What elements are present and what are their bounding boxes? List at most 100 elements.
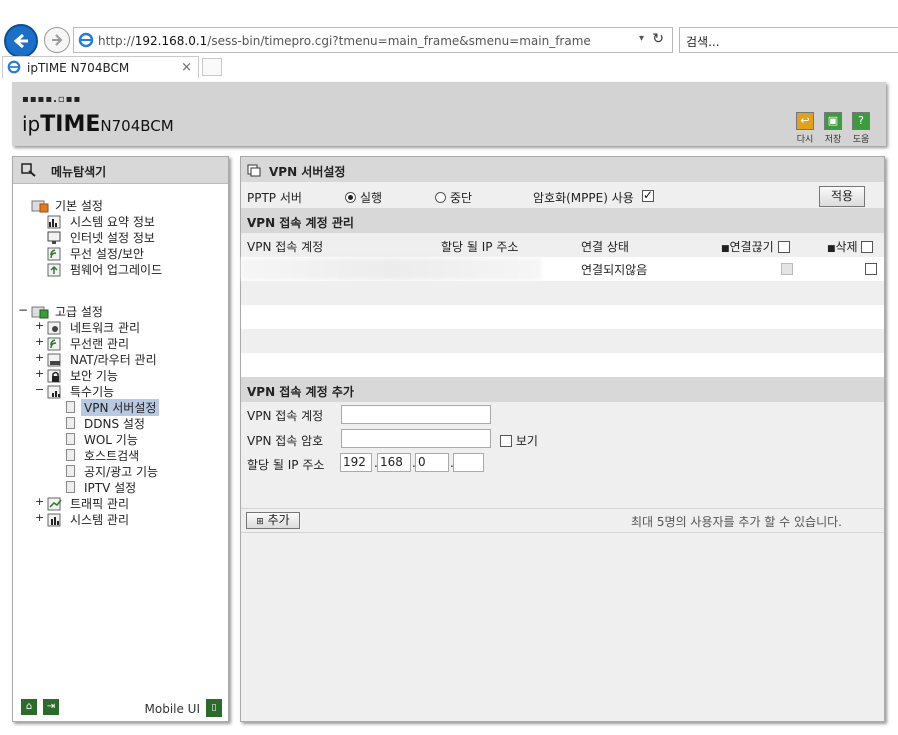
search-input[interactable]: 검색... [679,27,898,53]
forward-button[interactable] [44,27,70,53]
refresh-icon[interactable]: ↻ [652,31,664,47]
menu-item-nat-router[interactable]: + NAT/라우터 관리 [13,351,230,367]
document-icon [66,433,75,445]
menu-item-system[interactable]: + 시스템 관리 [13,511,230,527]
menu-explorer: 메뉴탐색기 기본 설정 시스템 요약 정보 인터넷 설정 정보 무선 설정/보안… [12,156,229,722]
document-icon [66,481,75,493]
delete-all-checkbox[interactable] [861,241,874,253]
menu-item-special[interactable]: − 특수기능 [13,383,230,399]
account-input[interactable] [341,405,491,424]
menu-item-internet-info[interactable]: 인터넷 설정 정보 [13,229,230,245]
expand-icon[interactable]: + [35,335,44,348]
redacted-account [241,258,541,280]
wireless-icon [47,247,61,261]
folder-icon [31,200,49,213]
page-icon [247,164,261,177]
save-button[interactable]: ▣ 저장 [822,112,844,145]
menu-item-system-summary[interactable]: 시스템 요약 정보 [13,213,230,229]
mobile-icon[interactable]: ▯ [206,699,222,717]
back-button[interactable] [4,24,38,58]
expand-icon[interactable]: + [35,319,44,332]
basic-settings[interactable]: 기본 설정 [13,197,230,213]
disconnect-all-checkbox[interactable] [777,241,790,253]
logo-dots: ▪▪▪▪.▫▪▪ [22,94,82,105]
advanced-settings-group: − 고급 설정 + 네트워크 관리 + 무선랜 관리 + NAT/라우터 관리 … [13,303,230,527]
mppe-checkbox[interactable] [642,188,654,203]
radio-icon [345,192,356,203]
logout-icon[interactable]: ⇥ [43,699,59,715]
ip-octet-1[interactable]: 192 [340,453,372,472]
pptp-row: PPTP 서버 실행 중단 암호화(MPPE) 사용 적용 [241,184,884,208]
show-password-checkbox[interactable]: 보기 [500,432,538,449]
chart-icon [47,215,61,229]
disconnect-header: ■연결끊기 [721,238,790,255]
system-icon [47,513,61,527]
advanced-settings[interactable]: − 고급 설정 [13,303,230,319]
arrow-right-icon [52,34,63,46]
delete-header: ■삭제 [827,238,874,255]
traffic-icon [47,497,62,511]
ip-octet-4[interactable] [453,453,484,472]
page-title: VPN 서버설정 [241,157,884,182]
menu-item-wireless-lan[interactable]: + 무선랜 관리 [13,335,230,351]
apply-button[interactable]: 적용 [819,186,865,207]
menu-item-wol[interactable]: WOL 기능 [13,431,230,447]
router-header: ▪▪▪▪.▫▪▪ ipTIMEN704BCM ↩ 다시 ▣ 저장 ? 도움 [12,82,886,146]
collapse-icon[interactable]: − [18,303,28,317]
ip-octet-2[interactable]: 168 [377,453,411,472]
document-icon [66,465,75,477]
menu-item-host-search[interactable]: 호스트검색 [13,447,230,463]
delete-checkbox[interactable] [865,263,877,275]
dropdown-icon[interactable]: ▾ [639,33,644,44]
menu-item-iptv[interactable]: IPTV 설정 [13,479,230,495]
network-icon [47,321,61,335]
run-radio[interactable]: 실행 [345,189,382,206]
mobile-ui-link[interactable]: Mobile UI [145,702,201,716]
reload-icon: ↩ [796,112,814,130]
add-password-row: VPN 접속 암호 보기 [241,427,884,451]
lock-icon [47,369,61,383]
document-icon [66,417,75,429]
add-section-title: VPN 접속 계정 추가 [241,377,884,402]
expand-icon[interactable]: + [35,367,44,380]
table-row-empty [241,353,884,377]
stop-radio[interactable]: 중단 [435,189,472,206]
ip-octet-3[interactable]: 0 [415,453,449,472]
save-icon: ▣ [824,112,842,130]
tab-strip: ipTIME N704BCM × [0,56,898,78]
expand-icon[interactable]: + [35,511,44,524]
menu-item-security[interactable]: + 보안 기능 [13,367,230,383]
menu-item-vpn-server[interactable]: VPN 서버설정 [13,399,230,416]
account-section-title: VPN 접속 계정 관리 [241,208,884,233]
arrow-left-icon [13,33,28,49]
ie-icon [7,60,21,74]
url-text: http://192.168.0.1/sess-bin/timepro.cgi?… [98,34,591,48]
logo: ipTIMEN704BCM [22,112,174,137]
home-icon[interactable]: ⌂ [21,699,37,715]
divider [241,532,884,533]
help-icon: ? [852,112,870,130]
reload-button[interactable]: ↩ 다시 [794,112,816,145]
special-icon [47,385,61,399]
disconnect-checkbox [781,263,793,275]
menu-item-network[interactable]: + 네트워크 관리 [13,319,230,335]
table-row-empty [241,305,884,329]
menu-item-wireless-settings[interactable]: 무선 설정/보안 [13,245,230,261]
browser-tab[interactable]: ipTIME N704BCM × [2,56,199,78]
add-button[interactable]: ⊞ 추가 [246,512,300,529]
divider [241,508,884,509]
expand-icon[interactable]: + [35,351,44,364]
menu-footer: ⌂ ⇥ Mobile UI ▯ [13,695,228,721]
address-bar[interactable]: http://192.168.0.1/sess-bin/timepro.cgi?… [73,27,673,53]
menu-item-firmware-upgrade[interactable]: 펌웨어 업그레이드 [13,261,230,277]
menu-item-notice-ad[interactable]: 공지/광고 기능 [13,463,230,479]
new-tab-button[interactable] [202,58,222,76]
expand-icon[interactable]: + [35,495,44,508]
radio-icon [435,192,446,203]
menu-item-traffic[interactable]: + 트래픽 관리 [13,495,230,511]
close-tab-icon[interactable]: × [181,60,192,75]
menu-item-ddns[interactable]: DDNS 설정 [13,415,230,431]
password-input[interactable] [341,429,491,448]
collapse-icon[interactable]: − [35,383,44,396]
help-button[interactable]: ? 도움 [850,112,872,145]
